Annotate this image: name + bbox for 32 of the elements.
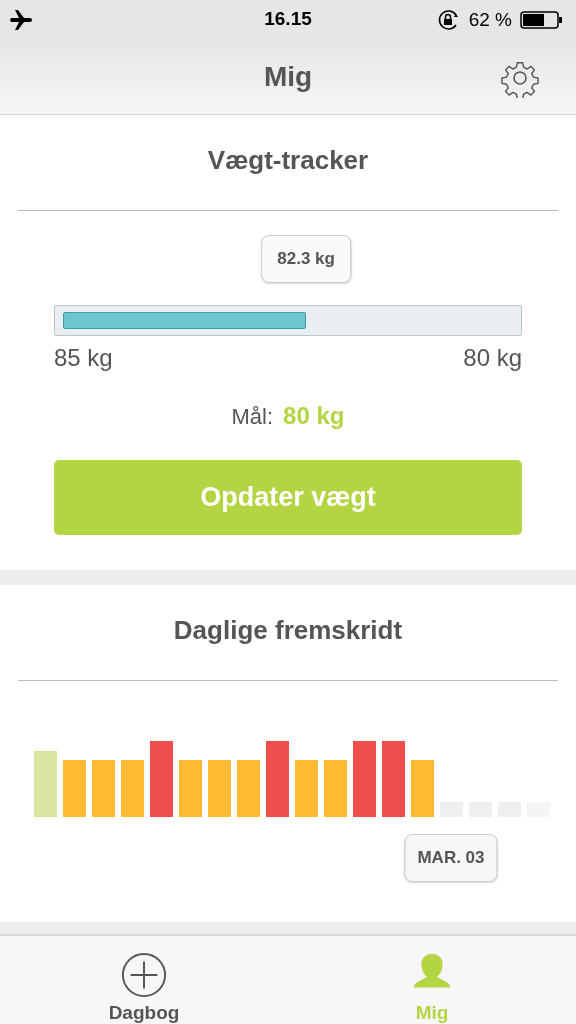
day-bar[interactable] <box>92 760 115 817</box>
rotation-lock-icon <box>436 9 461 31</box>
day-bar[interactable] <box>34 751 57 817</box>
day-bar[interactable] <box>295 760 318 817</box>
day-bar[interactable] <box>179 760 202 817</box>
weight-tooltip: 82.3 kg <box>261 235 351 283</box>
airplane-icon <box>10 10 34 30</box>
update-weight-button[interactable]: Opdater vægt <box>54 460 522 535</box>
end-weight: 80 kg <box>463 344 522 372</box>
day-bar[interactable] <box>150 741 173 817</box>
card-title: Daglige fremskridt <box>172 614 404 647</box>
tab[interactable]: Mig <box>288 936 576 1024</box>
day-bar[interactable] <box>382 741 405 817</box>
goal-value: 80 kg <box>283 402 345 430</box>
day-bar[interactable] <box>411 760 434 817</box>
day-bar[interactable] <box>353 741 376 817</box>
add-icon <box>120 952 168 998</box>
day-bar[interactable] <box>266 741 289 817</box>
day-bar[interactable] <box>208 760 231 817</box>
day-bar[interactable] <box>324 760 347 817</box>
day-bar[interactable] <box>237 760 260 817</box>
date-tooltip: MAR. 03 <box>404 834 498 882</box>
start-weight: 85 kg <box>54 344 113 372</box>
goal-label: Mål: <box>231 404 274 430</box>
day-bar[interactable] <box>121 760 144 817</box>
status-time: 16.15 <box>264 8 312 30</box>
battery-percent: 62 % <box>468 9 512 31</box>
battery-icon <box>520 11 562 29</box>
card-title: Vægt-tracker <box>206 144 370 177</box>
day-bar[interactable] <box>63 760 86 817</box>
page-title: Mig <box>263 61 313 93</box>
tab[interactable]: Dagbog <box>0 936 288 1024</box>
